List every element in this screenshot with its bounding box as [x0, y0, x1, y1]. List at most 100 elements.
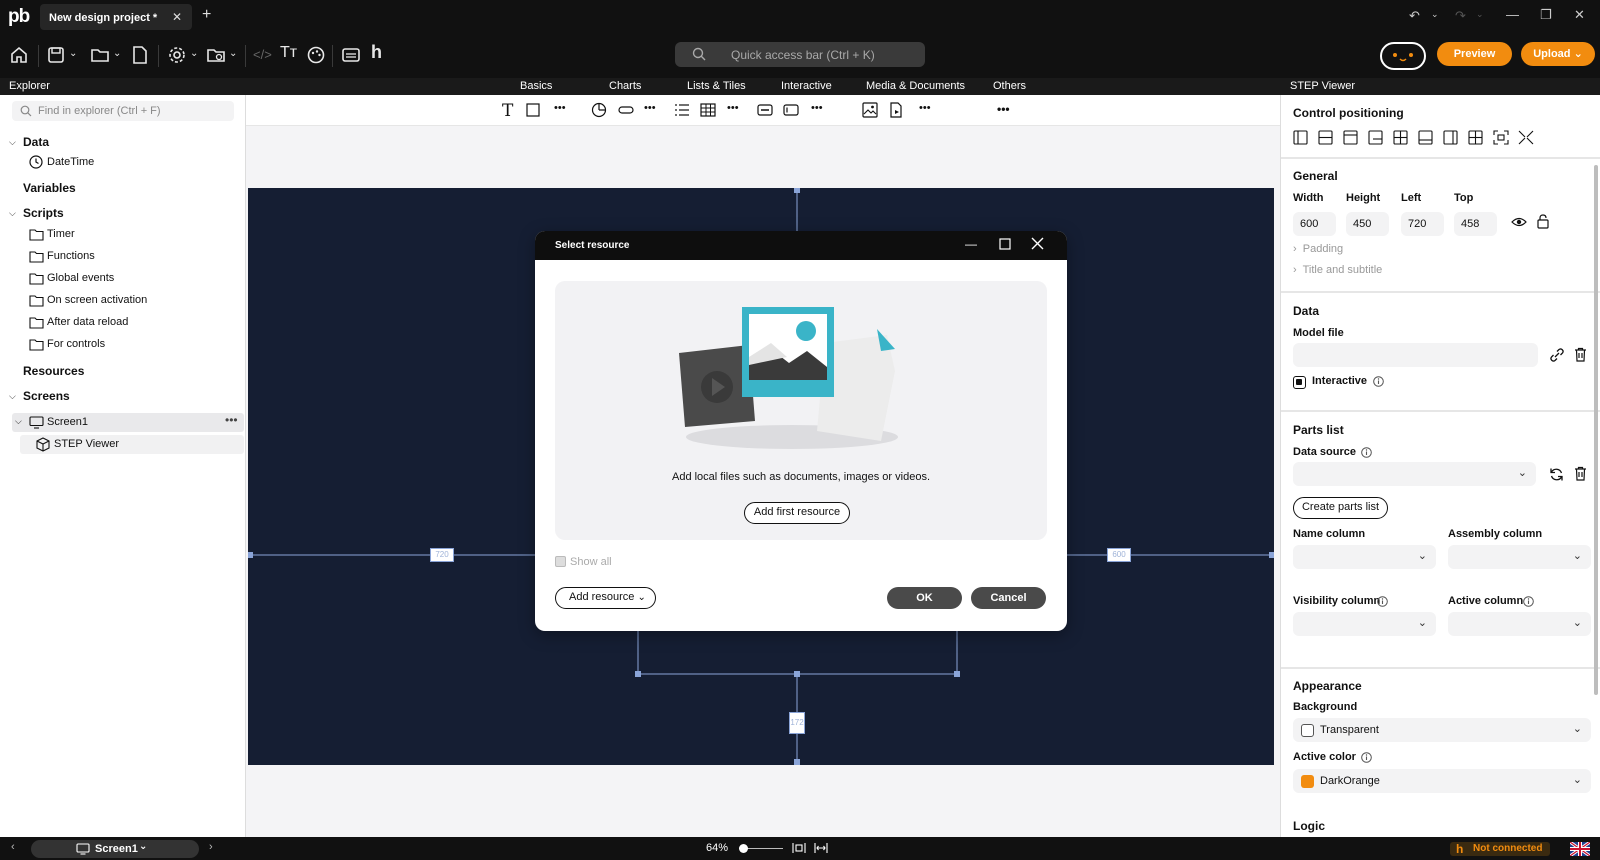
explorer-section-scripts[interactable]: Scripts	[23, 206, 64, 220]
typography-icon[interactable]: Tт	[280, 44, 297, 62]
explorer-item-after-data-reload[interactable]: After data reload	[47, 316, 128, 328]
redo-icon[interactable]: ↷	[1455, 8, 1466, 24]
open-dropdown-icon[interactable]: ⌄	[113, 48, 121, 59]
home-icon[interactable]	[9, 45, 29, 65]
top-input[interactable]: 458	[1454, 212, 1497, 236]
rectangle-control-icon[interactable]	[526, 103, 540, 117]
redo-dropdown-icon[interactable]: ⌄	[1476, 9, 1484, 20]
undo-icon[interactable]: ↶	[1409, 8, 1420, 24]
assembly-column-select[interactable]: ⌄	[1448, 545, 1591, 569]
screen-selector[interactable]: Screen1 ⌄	[31, 840, 199, 858]
explorer-item-functions[interactable]: Functions	[47, 250, 95, 262]
info-icon[interactable]	[1377, 596, 1388, 607]
padding-expander[interactable]: › Padding	[1293, 243, 1343, 255]
quick-access-bar[interactable]: Quick access bar (Ctrl + K)	[675, 42, 925, 67]
fit-width-icon[interactable]	[813, 840, 829, 856]
active-column-select[interactable]: ⌄	[1448, 612, 1591, 636]
explorer-section-screens[interactable]: Screens	[23, 389, 70, 403]
fit-height-icon[interactable]	[791, 840, 807, 856]
data-source-icon[interactable]	[341, 45, 361, 65]
category-media-documents[interactable]: Media & Documents	[866, 80, 965, 92]
show-all-checkbox[interactable]: Show all	[555, 556, 612, 568]
delete-trash-icon[interactable]	[1574, 466, 1587, 481]
chevron-down-icon[interactable]: ⌵	[9, 391, 16, 402]
name-column-select[interactable]: ⌄	[1293, 545, 1436, 569]
save-icon[interactable]	[46, 45, 66, 65]
pie-chart-control-icon[interactable]	[591, 102, 607, 118]
preview-button[interactable]: Preview	[1437, 42, 1512, 66]
minimize-icon[interactable]: —	[965, 237, 977, 251]
more-charts-icon[interactable]: •••	[644, 102, 656, 114]
more-media-icon[interactable]: •••	[919, 102, 931, 114]
input-control-icon[interactable]	[783, 104, 799, 116]
category-lists-tiles[interactable]: Lists & Tiles	[687, 80, 746, 92]
chevron-down-icon[interactable]: ⌵	[9, 208, 16, 219]
explorer-section-variables[interactable]: Variables	[23, 181, 76, 195]
more-lists-icon[interactable]: •••	[727, 102, 739, 114]
add-first-resource-button[interactable]: Add first resource	[744, 502, 850, 524]
delete-trash-icon[interactable]	[1574, 347, 1587, 362]
project-settings-dropdown-icon[interactable]: ⌄	[229, 48, 237, 59]
category-charts[interactable]: Charts	[609, 80, 641, 92]
refresh-icon[interactable]	[1549, 467, 1564, 482]
explorer-item-step-viewer[interactable]: STEP Viewer	[20, 435, 244, 454]
gauge-control-icon[interactable]	[618, 105, 634, 115]
properties-scrollbar[interactable]	[1594, 165, 1598, 695]
info-icon[interactable]	[1523, 596, 1534, 607]
close-window-icon[interactable]: ✕	[1574, 7, 1585, 23]
code-icon[interactable]: </>	[253, 47, 272, 62]
explorer-item-screen1[interactable]: ⌵ Screen1 •••	[12, 413, 244, 432]
image-control-icon[interactable]	[862, 102, 878, 118]
chevron-down-icon[interactable]: ⌵	[15, 416, 22, 427]
info-icon[interactable]	[1361, 752, 1372, 763]
chevron-down-icon[interactable]: ⌵	[9, 137, 16, 148]
link-icon[interactable]	[1549, 348, 1565, 362]
zoom-slider[interactable]	[739, 844, 783, 853]
lock-icon[interactable]	[1537, 214, 1549, 229]
new-page-icon[interactable]	[131, 45, 149, 65]
explorer-section-data[interactable]: Data	[23, 135, 49, 149]
explorer-item-for-controls[interactable]: For controls	[47, 338, 105, 350]
project-tab[interactable]: New design project *	[40, 4, 192, 30]
title-subtitle-expander[interactable]: › Title and subtitle	[1293, 264, 1382, 276]
assistant-button[interactable]	[1380, 42, 1426, 70]
visibility-column-select[interactable]: ⌄	[1293, 612, 1436, 636]
left-input[interactable]: 720	[1401, 212, 1444, 236]
upload-button[interactable]: Upload ⌄	[1521, 42, 1595, 66]
open-folder-icon[interactable]	[90, 45, 110, 65]
explorer-item-datetime[interactable]: DateTime	[47, 156, 94, 168]
width-input[interactable]: 600	[1293, 212, 1336, 236]
add-tab-icon[interactable]: +	[202, 6, 211, 24]
restore-icon[interactable]: ❐	[1540, 7, 1552, 23]
info-icon[interactable]	[1361, 447, 1372, 458]
explorer-item-global-events[interactable]: Global events	[47, 272, 114, 284]
uk-flag-icon[interactable]	[1570, 842, 1590, 856]
save-dropdown-icon[interactable]: ⌄	[69, 48, 77, 59]
table-control-icon[interactable]	[700, 102, 716, 118]
active-color-select[interactable]: DarkOrange ⌄	[1293, 769, 1591, 793]
undo-dropdown-icon[interactable]: ⌄	[1431, 9, 1439, 20]
more-others-icon[interactable]: •••	[997, 102, 1010, 116]
close-icon[interactable]	[1031, 237, 1044, 250]
document-control-icon[interactable]	[888, 102, 904, 118]
more-interactive-icon[interactable]: •••	[811, 102, 823, 114]
hub-icon[interactable]: h	[371, 42, 382, 63]
cancel-button[interactable]: Cancel	[971, 587, 1046, 609]
more-basics-icon[interactable]: •••	[554, 102, 566, 114]
explorer-section-resources[interactable]: Resources	[23, 364, 84, 378]
zoom-slider-thumb[interactable]	[739, 844, 749, 853]
explorer-item-timer[interactable]: Timer	[47, 228, 75, 240]
button-control-icon[interactable]	[757, 104, 773, 116]
explorer-search-input[interactable]: Find in explorer (Ctrl + F)	[12, 101, 234, 121]
background-select[interactable]: Transparent ⌄	[1293, 718, 1591, 742]
create-parts-list-button[interactable]: Create parts list	[1293, 497, 1388, 519]
add-resource-button[interactable]: Add resource ⌄	[555, 587, 656, 609]
text-control-icon[interactable]: T	[502, 101, 513, 121]
chevron-right-icon[interactable]: ›	[209, 841, 213, 853]
category-basics[interactable]: Basics	[520, 80, 552, 92]
chevron-left-icon[interactable]: ‹	[11, 841, 15, 853]
more-options-icon[interactable]: •••	[225, 413, 238, 427]
visibility-eye-icon[interactable]	[1511, 216, 1527, 228]
model-file-input[interactable]	[1293, 343, 1538, 367]
category-others[interactable]: Others	[993, 80, 1026, 92]
